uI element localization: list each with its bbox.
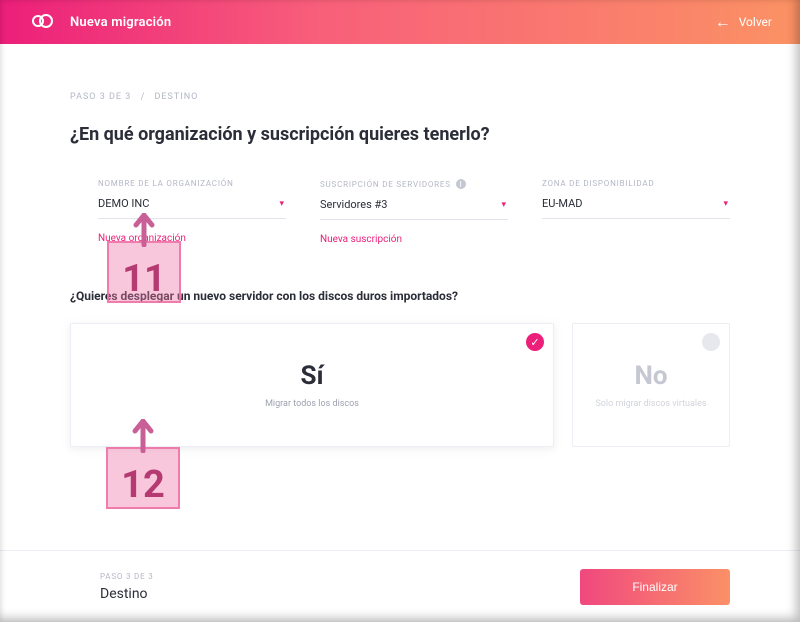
org-value: DEMO INC bbox=[98, 197, 149, 210]
empty-check-icon: ✓ bbox=[702, 333, 720, 351]
finish-button[interactable]: Finalizar bbox=[580, 569, 730, 605]
org-selector: NOMBRE DE LA ORGANIZACIÓN DEMO INC ▾ Nue… bbox=[98, 179, 286, 245]
new-sub-link[interactable]: Nueva suscripción bbox=[320, 234, 508, 245]
card-no-sub: Solo migrar discos virtuales bbox=[595, 399, 706, 409]
card-yes[interactable]: ✓ Sí Migrar todos los discos bbox=[70, 323, 554, 447]
annotation-12: 12 bbox=[106, 447, 180, 509]
deploy-question: ¿Quieres desplegar un nuevo servidor con… bbox=[70, 289, 730, 303]
info-icon[interactable]: i bbox=[456, 179, 466, 189]
back-label: Volver bbox=[739, 15, 772, 29]
caret-down-icon: ▾ bbox=[279, 199, 284, 209]
breadcrumb: PASO 3 DE 3 / DESTINO bbox=[70, 92, 730, 102]
caret-down-icon: ▾ bbox=[723, 199, 728, 209]
footer-step: PASO 3 DE 3 bbox=[100, 572, 154, 581]
zone-label: ZONA DE DISPONIBILIDAD bbox=[542, 179, 730, 188]
subscription-selector: SUSCRIPCIÓN DE SERVIDORES i Servidores #… bbox=[320, 179, 508, 245]
footer-section: Destino bbox=[100, 586, 154, 602]
card-no-title: No bbox=[634, 361, 667, 391]
zone-selector: ZONA DE DISPONIBILIDAD EU-MAD ▾ bbox=[542, 179, 730, 245]
page-title: Nueva migración bbox=[70, 15, 171, 30]
breadcrumb-sep: / bbox=[141, 92, 146, 102]
breadcrumb-step: PASO 3 DE 3 bbox=[70, 92, 131, 102]
sub-label-text: SUSCRIPCIÓN DE SERVIDORES bbox=[320, 180, 451, 189]
arrow-left-icon: ← bbox=[715, 12, 731, 32]
selector-row: NOMBRE DE LA ORGANIZACIÓN DEMO INC ▾ Nue… bbox=[70, 179, 730, 245]
org-dropdown[interactable]: DEMO INC ▾ bbox=[98, 197, 286, 219]
top-bar: Nueva migración ← Volver bbox=[0, 0, 800, 44]
sub-value: Servidores #3 bbox=[320, 198, 388, 211]
zone-dropdown[interactable]: EU-MAD ▾ bbox=[542, 197, 730, 219]
main-question: ¿En qué organización y suscripción quier… bbox=[70, 124, 730, 145]
footer-bar: PASO 3 DE 3 Destino Finalizar bbox=[0, 550, 800, 622]
option-cards: ✓ Sí Migrar todos los discos ✓ No Solo m… bbox=[70, 323, 730, 447]
new-org-link[interactable]: Nueva organización bbox=[98, 233, 286, 244]
sub-dropdown[interactable]: Servidores #3 ▾ bbox=[320, 198, 508, 220]
annotation-12-text: 12 bbox=[121, 463, 165, 507]
back-button[interactable]: ← Volver bbox=[715, 12, 772, 32]
main-content: PASO 3 DE 3 / DESTINO ¿En qué organizaci… bbox=[0, 44, 800, 447]
logo-cloud-icon bbox=[28, 9, 58, 35]
org-label: NOMBRE DE LA ORGANIZACIÓN bbox=[98, 179, 286, 188]
caret-down-icon: ▾ bbox=[501, 200, 506, 210]
card-yes-sub: Migrar todos los discos bbox=[265, 399, 359, 409]
card-no[interactable]: ✓ No Solo migrar discos virtuales bbox=[572, 323, 730, 447]
check-icon: ✓ bbox=[526, 333, 544, 351]
breadcrumb-section: DESTINO bbox=[155, 92, 199, 102]
sub-label: SUSCRIPCIÓN DE SERVIDORES i bbox=[320, 179, 508, 189]
zone-value: EU-MAD bbox=[542, 197, 583, 210]
card-yes-title: Sí bbox=[300, 361, 323, 391]
